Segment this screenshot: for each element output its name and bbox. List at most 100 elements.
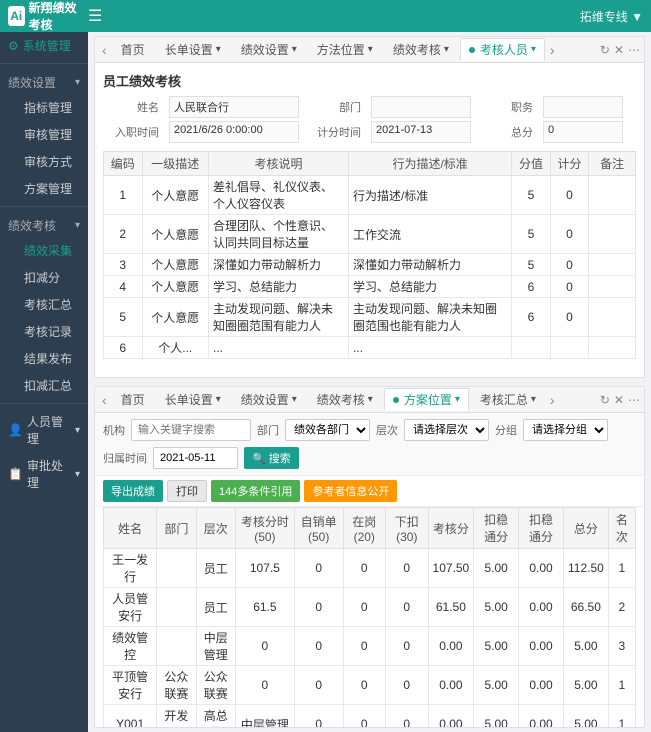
panel1-tabs: ‹ 首页 长单设置 ▾ 绩效设置 ▾ 方法位置 ▾ 绩效考核 <box>95 37 644 63</box>
process-icon: 📋 <box>8 467 23 481</box>
score-table-row[interactable]: 3 个人意愿 深懂如力带动解析力 深懂如力带动解析力 5 0 <box>104 254 636 276</box>
tab2-summary[interactable]: 考核汇总 ▾ <box>471 388 545 411</box>
sidebar-item-publish[interactable]: 结果发布 <box>16 345 88 372</box>
sidebar-item-deduct[interactable]: 扣减分 <box>16 264 88 291</box>
sidebar-item-score[interactable]: 绩效采集 <box>16 237 88 264</box>
p2-th-kpi50: 考核分时(50) <box>235 508 294 549</box>
p2-cell-score4: 0 <box>386 588 429 627</box>
p2-cell-stable1: 5.00 <box>474 627 519 666</box>
sidebar-item-review[interactable]: 审核管理 <box>16 121 88 148</box>
p2-cell-name: 平顶管安行 <box>104 666 157 705</box>
sidebar-item-indicator[interactable]: 指标管理 <box>16 94 88 121</box>
p2-cell-level: 高总监 <box>196 705 235 728</box>
top-nav-right: 拓维专线 ▼ <box>580 8 643 25</box>
date-input[interactable] <box>153 447 238 469</box>
panel2-tab-actions: ↻ ✕ ⋯ <box>600 393 640 407</box>
p2-cell-total: 5.00 <box>563 705 608 728</box>
p2-cell-kpi: 0.00 <box>428 705 474 728</box>
panel2-table-row[interactable]: 绩效管控 中层管理 0 0 0 0 0.00 5.00 0.00 5.00 3 <box>104 627 636 666</box>
sidebar-item-summary[interactable]: 考核汇总 <box>16 291 88 318</box>
p2-cell-score1: 61.5 <box>235 588 294 627</box>
score-table-row[interactable]: 2 个人意愿 合理团队、个性意识、认同共同目标达量 工作交流 5 0 <box>104 215 636 254</box>
tab2-home[interactable]: 首页 <box>112 388 154 411</box>
p2-cell-name: 人员管安行 <box>104 588 157 627</box>
sidebar-item-process[interactable]: 📋 审批处理 ▾ <box>0 452 88 496</box>
tab1-personnel[interactable]: 考核人员 ▾ <box>460 38 545 61</box>
refresh-icon-2[interactable]: ↻ <box>600 393 610 407</box>
p2-cell-score1: 107.5 <box>235 549 294 588</box>
active-dot-1 <box>469 47 475 53</box>
tab1-kpi[interactable]: 绩效考核 ▾ <box>384 38 458 61</box>
export-btn[interactable]: 导出成绩 <box>103 480 163 502</box>
company-input[interactable] <box>131 419 251 441</box>
sidebar-item-method[interactable]: 审核方式 <box>16 148 88 175</box>
refresh-icon-1[interactable]: ↻ <box>600 43 610 57</box>
chevron-tab-icon: ▾ <box>216 44 221 55</box>
panel2-table-row[interactable]: 人员管安行 员工 61.5 0 0 0 61.50 5.00 0.00 66.5… <box>104 588 636 627</box>
multi-ref-btn[interactable]: 144多条件引用 <box>211 480 300 502</box>
panel2-tabs: ‹ 首页 长单设置 ▾ 绩效设置 ▾ 绩效考核 ▾ 方案 <box>95 387 644 413</box>
p2-th-level: 层次 <box>196 508 235 549</box>
cell-std: ... <box>348 337 511 359</box>
score-table-row[interactable]: 5 个人意愿 主动发现问题、解决未知圈圈范围有能力人 主动发现问题、解决未知圈圈… <box>104 298 636 337</box>
more-icon-1[interactable]: ⋯ <box>628 43 640 57</box>
score-table-row[interactable]: 6 个人... ... ... <box>104 337 636 359</box>
tab-next-btn-2[interactable]: › <box>547 392 558 408</box>
tab1-long[interactable]: 长单设置 ▾ <box>156 38 230 61</box>
tab1-method[interactable]: 方法位置 ▾ <box>308 38 382 61</box>
score-table-row[interactable]: 1 个人意愿 差礼倡导、礼仪仪表、个人仪容仪表 行为描述/标准 5 0 <box>104 176 636 215</box>
p2-cell-rank: 2 <box>608 588 635 627</box>
chevron-right-icon: ▾ <box>75 425 80 436</box>
search-button[interactable]: 🔍 搜索 <box>244 447 299 469</box>
tab2-kpi[interactable]: 绩效考核 ▾ <box>308 388 382 411</box>
cell-code: 2 <box>104 215 143 254</box>
group-select[interactable]: 请选择分组 <box>523 419 608 441</box>
panel2-table-row[interactable]: 王一发行 员工 107.5 0 0 0 107.50 5.00 0.00 112… <box>104 549 636 588</box>
main-container: ⚙ 系统管理 绩效设置 ▾ 指标管理 审核管理 审核方式 方案管理 绩效考核 ▾ <box>0 32 651 732</box>
p2-cell-score3: 0 <box>343 627 386 666</box>
th-remark: 备注 <box>589 152 636 176</box>
level-select[interactable]: 请选择层次 <box>404 419 489 441</box>
top-nav-user[interactable]: 拓维专线 ▼ <box>580 8 643 25</box>
sidebar-item-deduct-sum[interactable]: 扣减汇总 <box>16 372 88 399</box>
panel2-search: 机构 部门 绩效各部门 层次 请选择层次 分组 请选择分组 归属时间 🔍 搜索 <box>95 413 644 476</box>
p2-cell-score4: 0 <box>386 549 429 588</box>
sidebar-item-kpi[interactable]: ⚙ 系统管理 <box>0 32 88 59</box>
tab2-long[interactable]: 长单设置 ▾ <box>156 388 230 411</box>
sidebar-item-scheme[interactable]: 方案管理 <box>16 175 88 202</box>
logo-icon: Ai <box>8 6 25 26</box>
p2-cell-score3: 0 <box>343 705 386 728</box>
tab1-home[interactable]: 首页 <box>112 38 154 61</box>
score-table-row[interactable]: 4 个人意愿 学习、总结能力 学习、总结能力 6 0 <box>104 276 636 298</box>
level-label: 层次 <box>376 422 398 438</box>
tab-prev-btn-2[interactable]: ‹ <box>99 392 110 408</box>
p2-cell-score4: 0 <box>386 705 429 728</box>
close-icon-2[interactable]: ✕ <box>614 393 624 407</box>
tab-next-btn-1[interactable]: › <box>547 42 558 58</box>
p2-cell-score2: 0 <box>294 549 343 588</box>
more-icon-2[interactable]: ⋯ <box>628 393 640 407</box>
dept-value <box>371 96 471 118</box>
tab-prev-btn-1[interactable]: ‹ <box>99 42 110 58</box>
p2-cell-level: 中层管理 <box>196 627 235 666</box>
tab2-scheme[interactable]: 方案位置 ▾ <box>384 388 469 411</box>
p2-cell-rank: 1 <box>608 666 635 705</box>
panel2-table-row[interactable]: Y001 开发部 高总监 中层管理 0 0 0 0.00 5.00 0.00 5… <box>104 705 636 728</box>
p2-cell-dept <box>157 588 196 627</box>
panel1-tab-actions: ↻ ✕ ⋯ <box>600 43 640 57</box>
print-btn[interactable]: 打印 <box>167 480 207 502</box>
active-dot-2 <box>393 397 399 403</box>
menu-icon[interactable]: ☰ <box>88 6 102 26</box>
panel2-table-row[interactable]: 平顶管安行 公众联赛 公众联赛 0 0 0 0 0.00 5.00 0.00 5… <box>104 666 636 705</box>
close-icon-1[interactable]: ✕ <box>614 43 624 57</box>
sidebar-item-record[interactable]: 考核记录 <box>16 318 88 345</box>
public-info-btn[interactable]: 参考者信息公开 <box>304 480 397 502</box>
cell-desc: 深懂如力带动解析力 <box>209 254 349 276</box>
p2-cell-rank: 3 <box>608 627 635 666</box>
sidebar-item-personnel[interactable]: 👤 人员管理 ▾ <box>0 408 88 452</box>
tab1-kpi-settings[interactable]: 绩效设置 ▾ <box>232 38 306 61</box>
sidebar: ⚙ 系统管理 绩效设置 ▾ 指标管理 审核管理 审核方式 方案管理 绩效考核 ▾ <box>0 32 88 732</box>
tab2-kpi-settings[interactable]: 绩效设置 ▾ <box>232 388 306 411</box>
chevron-right-icon-2: ▾ <box>75 469 80 480</box>
dept-select[interactable]: 绩效各部门 <box>285 419 370 441</box>
